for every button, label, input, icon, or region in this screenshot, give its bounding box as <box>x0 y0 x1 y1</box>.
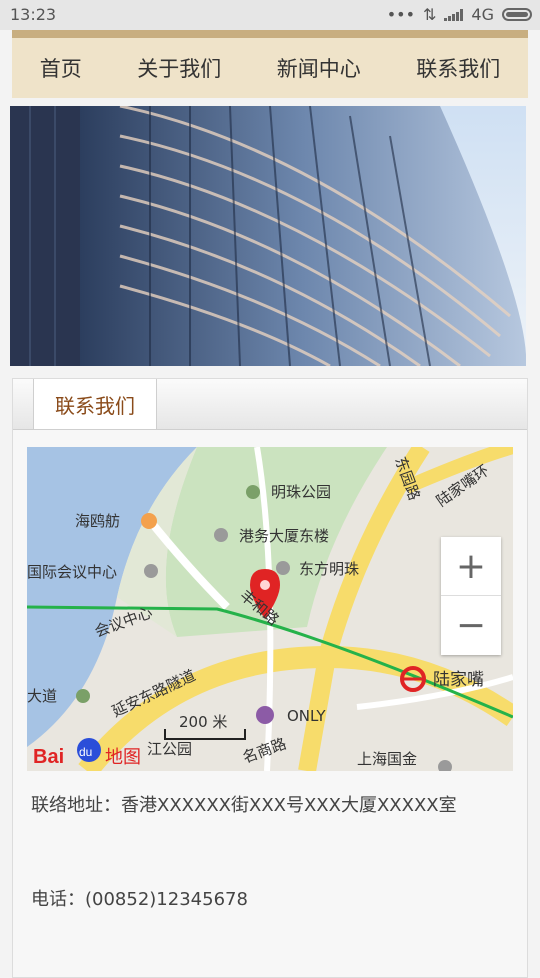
map-scale-label: 200 米 <box>179 713 227 731</box>
data-arrows-icon: ⇅ <box>423 5 437 24</box>
map-zoom-control: + − <box>441 537 501 655</box>
contact-phone: 电话：(00852)12345678 <box>31 889 248 910</box>
zoom-in-button[interactable]: + <box>441 537 501 595</box>
nav-contact[interactable]: 联系我们 <box>416 53 500 83</box>
nav-news[interactable]: 新闻中心 <box>277 53 361 83</box>
status-time: 13:23 <box>10 5 57 24</box>
label-shanghai-gj: 上海国金 <box>357 750 417 768</box>
banner-image <box>10 106 526 366</box>
battery-icon <box>502 8 532 21</box>
label-only: ONLY <box>287 707 326 725</box>
zoom-out-button[interactable]: − <box>441 596 501 654</box>
baidu-map[interactable]: 明珠公园 海鸥舫 港务大厦东楼 东方明珠 国际会议中心 大道 ONLY 江公园 … <box>27 447 513 771</box>
status-bar: 13:23 ••• ⇅ 4G <box>0 0 540 30</box>
tab-strip: 联系我们 <box>13 379 527 430</box>
tab-contact[interactable]: 联系我们 <box>33 379 157 429</box>
label-park2: 江公园 <box>147 740 192 758</box>
label-guoji: 国际会议中心 <box>27 563 117 581</box>
signal-icon <box>444 8 464 21</box>
nav-about[interactable]: 关于我们 <box>137 53 221 83</box>
top-nav: 首页 关于我们 新闻中心 联系我们 <box>12 30 528 98</box>
label-haiou: 海鸥舫 <box>75 512 120 530</box>
label-lujiazui-station: 陆家嘴 <box>433 670 484 690</box>
label-gangwu: 港务大厦东楼 <box>239 527 329 545</box>
contact-panel: 联系我们 明珠公园 海鸥舫 港务大厦东楼 东方明珠 国际会议中心 大道 ONLY… <box>12 378 528 978</box>
svg-text:Bai: Bai <box>33 746 64 768</box>
label-dadao: 大道 <box>27 687 57 705</box>
status-icons: ••• ⇅ 4G <box>387 5 532 24</box>
label-mingzhu-park: 明珠公园 <box>271 483 331 501</box>
more-icon: ••• <box>386 5 416 24</box>
building-illustration <box>10 106 526 366</box>
network-type: 4G <box>471 5 494 24</box>
contact-address: 联络地址：香港XXXXXX街XXX号XXX大厦XXXXX室 <box>31 795 457 816</box>
nav-home[interactable]: 首页 <box>40 53 82 83</box>
svg-text:du: du <box>79 745 92 759</box>
svg-text:地图: 地图 <box>105 747 141 768</box>
label-dongfang: 东方明珠 <box>299 560 359 578</box>
